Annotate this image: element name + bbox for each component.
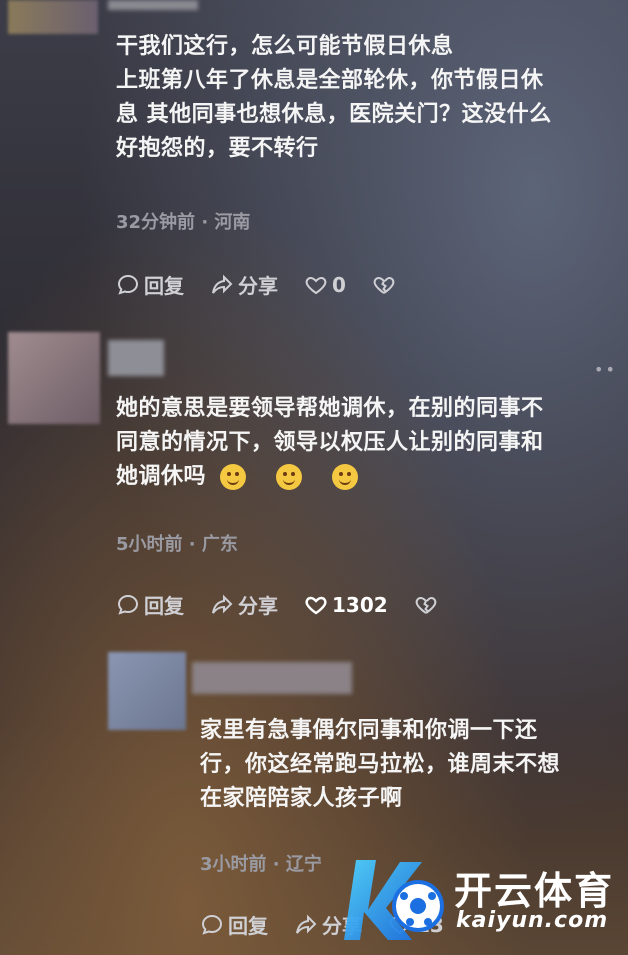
smile-emoji-icon bbox=[332, 464, 359, 490]
comment-actions: 回复 分享 0 bbox=[116, 270, 426, 299]
more-options-icon[interactable]: •• bbox=[594, 360, 617, 379]
reply-icon bbox=[117, 594, 139, 615]
comment-text: 干我们这行，怎么可能节假日休息 上班第八年了休息是全部轮休，你节假日休 息 其他… bbox=[116, 34, 552, 161]
reply-icon bbox=[201, 914, 223, 935]
username[interactable] bbox=[108, 0, 198, 10]
avatar[interactable] bbox=[8, 0, 98, 34]
reply-icon bbox=[117, 274, 139, 295]
like-button[interactable]: 0 bbox=[304, 273, 346, 297]
avatar[interactable] bbox=[8, 332, 100, 424]
like-button[interactable]: 1302 bbox=[304, 593, 388, 617]
comment-text: 她的意思是要领导帮她调休，在别的同事不 同意的情况下，领导以权压人让别的同事和 … bbox=[116, 396, 544, 490]
share-label: 分享 bbox=[238, 274, 278, 298]
comment-meta: 32分钟前 · 河南 bbox=[116, 212, 251, 233]
like-count: 0 bbox=[332, 272, 346, 297]
share-label: 分享 bbox=[238, 594, 278, 618]
comment-text: 家里有急事偶尔同事和你调一下还 行，你这经常跑马拉松，谁周末不想 在家陪陪家人孩… bbox=[200, 718, 561, 811]
dislike-button[interactable] bbox=[414, 593, 442, 617]
like-count: 1302 bbox=[332, 592, 388, 617]
reply-button[interactable]: 回复 bbox=[116, 270, 184, 299]
reply-button[interactable]: 回复 bbox=[200, 910, 268, 939]
username[interactable] bbox=[108, 340, 164, 376]
share-button[interactable]: 分享 bbox=[210, 590, 278, 619]
share-button[interactable]: 分享 bbox=[210, 270, 278, 299]
heart-icon bbox=[305, 596, 327, 614]
reply-label: 回复 bbox=[144, 594, 184, 618]
watermark-domain: kaiyun.com bbox=[456, 908, 609, 933]
share-icon bbox=[296, 914, 317, 934]
reply-label: 回复 bbox=[228, 914, 268, 938]
kaiyun-logo-icon bbox=[344, 860, 444, 940]
watermark-brand: 开云体育 bbox=[454, 869, 615, 913]
username[interactable] bbox=[192, 662, 352, 694]
broken-heart-icon bbox=[415, 596, 437, 614]
smile-emoji-icon bbox=[276, 464, 303, 490]
comment-actions: 回复 分享 1302 bbox=[116, 590, 468, 619]
reply-button[interactable]: 回复 bbox=[116, 590, 184, 619]
watermark-logo: 开云体育 kaiyun.com bbox=[342, 850, 624, 946]
comment-meta: 5小时前 · 广东 bbox=[116, 534, 238, 555]
heart-icon bbox=[305, 276, 327, 294]
comment-meta: 3小时前 · 辽宁 bbox=[200, 854, 322, 875]
share-icon bbox=[212, 274, 233, 294]
share-icon bbox=[212, 594, 233, 614]
dislike-button[interactable] bbox=[372, 273, 400, 297]
reply-label: 回复 bbox=[144, 274, 184, 298]
smile-emoji-icon bbox=[220, 464, 247, 490]
broken-heart-icon bbox=[373, 276, 395, 294]
avatar[interactable] bbox=[108, 652, 186, 730]
